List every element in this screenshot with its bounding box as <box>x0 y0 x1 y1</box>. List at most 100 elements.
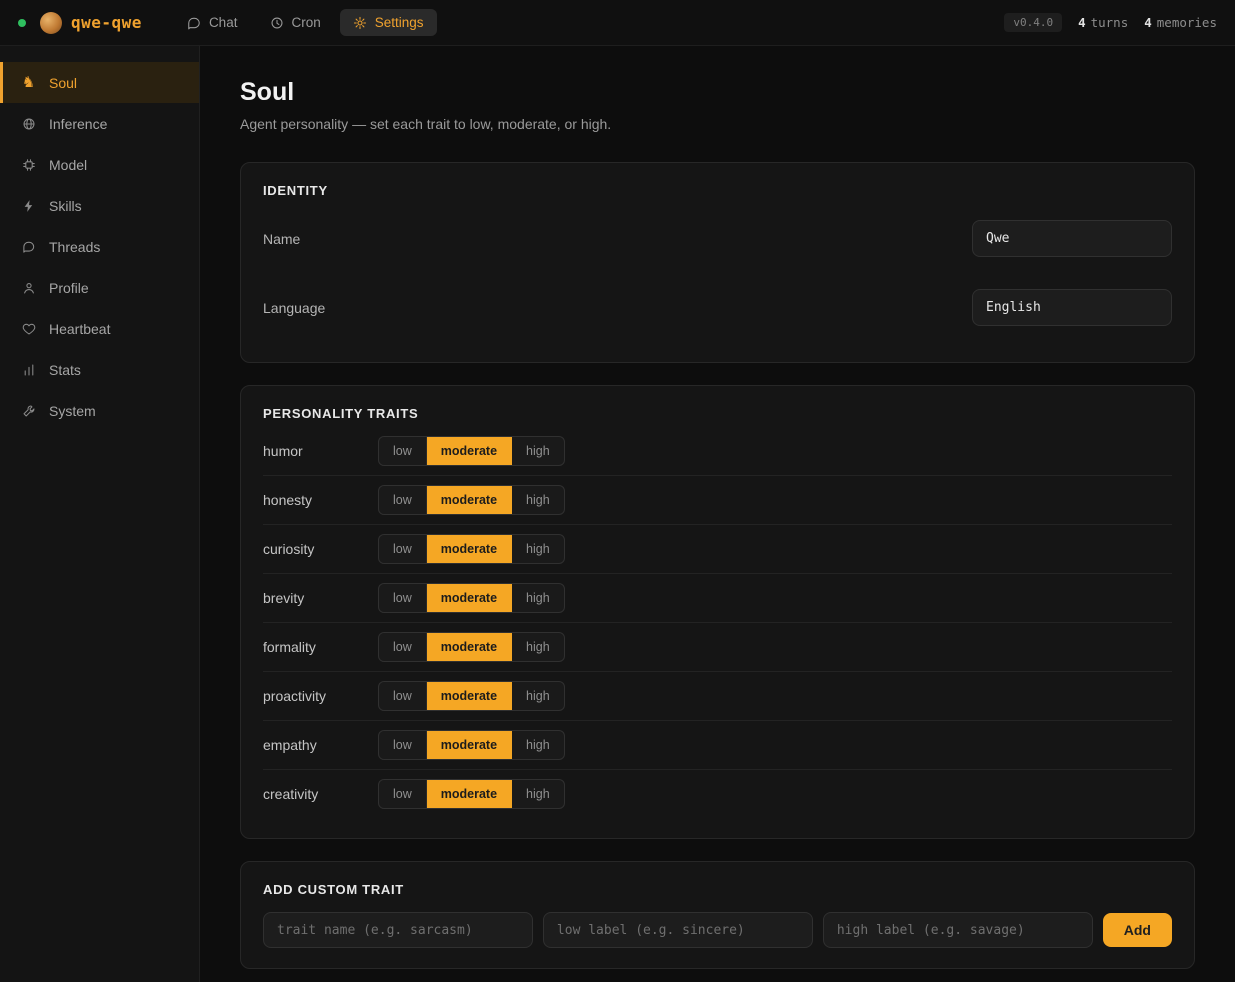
high-label-input[interactable] <box>822 912 1093 948</box>
trait-level-segmented-control: low moderate high <box>378 583 565 613</box>
trait-level-segmented-control: low moderate high <box>378 681 565 711</box>
turns-metric: 4 turns <box>1078 15 1128 30</box>
trait-row-curiosity: curiosity low moderate high <box>263 525 1172 574</box>
memories-label: memories <box>1156 15 1217 30</box>
nav-item-label: Chat <box>208 15 238 30</box>
trait-proactivity-low-option[interactable]: low <box>379 682 427 710</box>
sidebar-item-heartbeat[interactable]: Heartbeat <box>0 308 199 349</box>
identity-card-header: IDENTITY <box>263 183 328 198</box>
trait-curiosity-high-option[interactable]: high <box>512 535 564 563</box>
sidebar-item-skills[interactable]: Skills <box>0 185 199 226</box>
trait-name: proactivity <box>263 688 327 704</box>
sidebar-item-inference[interactable]: Inference <box>0 103 199 144</box>
trait-creativity-low-option[interactable]: low <box>379 780 427 808</box>
wrench-icon <box>21 403 36 418</box>
lightning-icon <box>21 198 36 213</box>
name-input[interactable] <box>972 220 1172 257</box>
person-icon <box>21 280 36 295</box>
trait-name: formality <box>263 639 316 655</box>
sidebar-item-soul[interactable]: ♞ Soul <box>0 62 199 103</box>
trait-honesty-high-option[interactable]: high <box>512 486 564 514</box>
trait-humor-moderate-option[interactable]: moderate <box>426 437 513 465</box>
page-subtitle: Agent personality — set each trait to lo… <box>240 116 612 132</box>
language-input[interactable] <box>972 289 1172 326</box>
trait-name: humor <box>263 443 303 459</box>
trait-empathy-low-option[interactable]: low <box>379 731 427 759</box>
sidebar-item-label: Inference <box>49 115 108 132</box>
personality-traits-header: PERSONALITY TRAITS <box>263 406 419 421</box>
trait-name: honesty <box>263 492 313 508</box>
trait-brevity-low-option[interactable]: low <box>379 584 427 612</box>
trait-brevity-high-option[interactable]: high <box>512 584 564 612</box>
add-custom-trait-card: ADD CUSTOM TRAIT Add <box>240 861 1195 969</box>
add-trait-button[interactable]: Add <box>1102 913 1172 947</box>
trait-row-honesty: honesty low moderate high <box>263 476 1172 525</box>
name-label: Name <box>263 230 301 247</box>
memories-count: 4 <box>1144 15 1152 30</box>
add-custom-trait-header: ADD CUSTOM TRAIT <box>263 882 404 897</box>
sidebar-item-label: Skills <box>49 197 82 214</box>
bar-chart-icon <box>21 362 36 377</box>
sidebar: ♞ Soul Inference Model Skills Threads Pr… <box>0 46 200 982</box>
nav-item-settings[interactable]: Settings <box>339 9 437 36</box>
sidebar-item-label: Soul <box>49 74 78 91</box>
sidebar-item-label: Heartbeat <box>49 320 111 337</box>
sidebar-item-system[interactable]: System <box>0 390 199 431</box>
trait-creativity-high-option[interactable]: high <box>512 780 564 808</box>
topbar: qwe-qwe Chat Cron Settings v0.4.0 4 turns… <box>0 0 1235 46</box>
trait-name-input[interactable] <box>263 912 533 948</box>
sidebar-item-threads[interactable]: Threads <box>0 226 199 267</box>
trait-level-segmented-control: low moderate high <box>378 632 565 662</box>
trait-honesty-moderate-option[interactable]: moderate <box>426 486 513 514</box>
sidebar-item-profile[interactable]: Profile <box>0 267 199 308</box>
trait-row-formality: formality low moderate high <box>263 623 1172 672</box>
trait-empathy-moderate-option[interactable]: moderate <box>426 731 513 759</box>
gear-icon <box>353 15 368 30</box>
knight-icon: ♞ <box>21 74 36 91</box>
sidebar-item-label: System <box>49 402 96 419</box>
traits-list: humor low moderate high honesty low moderat… <box>263 427 1172 818</box>
trait-formality-high-option[interactable]: high <box>512 633 564 661</box>
trait-curiosity-moderate-option[interactable]: moderate <box>426 535 513 563</box>
trait-proactivity-high-option[interactable]: high <box>512 682 564 710</box>
turns-count: 4 <box>1078 15 1086 30</box>
sidebar-item-stats[interactable]: Stats <box>0 349 199 390</box>
trait-level-segmented-control: low moderate high <box>378 436 565 466</box>
nav-item-cron[interactable]: Cron <box>256 9 333 36</box>
agent-avatar <box>40 11 62 34</box>
version-badge: v0.4.0 <box>1004 13 1063 32</box>
trait-empathy-high-option[interactable]: high <box>512 731 564 759</box>
trait-row-humor: humor low moderate high <box>263 427 1172 476</box>
sidebar-item-model[interactable]: Model <box>0 144 199 185</box>
trait-honesty-low-option[interactable]: low <box>379 486 427 514</box>
trait-humor-low-option[interactable]: low <box>379 437 427 465</box>
low-label-input[interactable] <box>542 912 813 948</box>
sidebar-item-label: Profile <box>49 279 89 296</box>
trait-row-empathy: empathy low moderate high <box>263 721 1172 770</box>
trait-humor-high-option[interactable]: high <box>512 437 564 465</box>
trait-curiosity-low-option[interactable]: low <box>379 535 427 563</box>
personality-traits-card: PERSONALITY TRAITS humor low moderate high… <box>240 385 1195 839</box>
page-title: Soul <box>240 78 295 106</box>
nav-item-label: Cron <box>291 15 321 30</box>
trait-level-segmented-control: low moderate high <box>378 485 565 515</box>
chat-bubble-icon <box>187 15 202 30</box>
heart-icon <box>21 321 36 336</box>
identity-card: IDENTITY Name Language <box>240 162 1195 363</box>
top-nav: Chat Cron Settings <box>174 9 437 36</box>
chip-icon <box>21 157 36 172</box>
name-field-row: Name <box>263 204 1172 273</box>
sidebar-item-label: Model <box>49 156 88 173</box>
trait-brevity-moderate-option[interactable]: moderate <box>426 584 513 612</box>
trait-creativity-moderate-option[interactable]: moderate <box>426 780 513 808</box>
trait-formality-moderate-option[interactable]: moderate <box>426 633 513 661</box>
trait-name: curiosity <box>263 541 315 557</box>
trait-proactivity-moderate-option[interactable]: moderate <box>426 682 513 710</box>
trait-formality-low-option[interactable]: low <box>379 633 427 661</box>
nav-item-chat[interactable]: Chat <box>174 9 251 36</box>
trait-level-segmented-control: low moderate high <box>378 779 565 809</box>
trait-row-proactivity: proactivity low moderate high <box>263 672 1172 721</box>
sidebar-item-label: Threads <box>49 238 101 255</box>
sidebar-item-label: Stats <box>49 361 81 378</box>
trait-name: creativity <box>263 786 319 802</box>
